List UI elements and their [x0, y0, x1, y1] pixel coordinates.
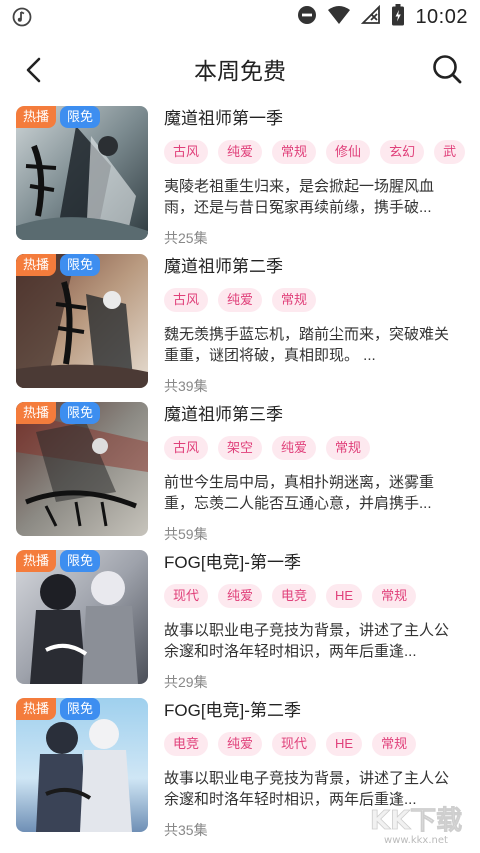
- tag[interactable]: 古风: [164, 140, 209, 164]
- watermark-logo: KK下载 www.kkx.net: [356, 799, 476, 847]
- cover-image[interactable]: 热播 限免: [16, 254, 148, 388]
- tag[interactable]: 古风: [164, 436, 209, 460]
- status-bar: 10:02: [0, 0, 480, 34]
- free-badge: 限免: [60, 402, 100, 424]
- tag[interactable]: 电竞: [164, 732, 209, 756]
- tag[interactable]: 常规: [272, 140, 317, 164]
- item-description: 前世今生局中局，真相扑朔迷离，迷雾重重，忘羡二人能否互通心意，并肩携手...: [164, 474, 435, 512]
- tag-list: 古风 架空 纯爱 常规: [164, 436, 480, 462]
- item-description: 魏无羡携手蓝忘机，踏前尘而来，突破难关重重，谜团将破，真相即现。 ...: [164, 326, 450, 364]
- tag-list: 古风 纯爱 常规: [164, 288, 480, 314]
- tag[interactable]: 电竞: [272, 584, 317, 608]
- hot-badge: 热播: [16, 402, 56, 424]
- battery-charging-icon: [391, 3, 405, 31]
- tag[interactable]: 纯爱: [218, 732, 263, 756]
- hot-badge: 热播: [16, 550, 56, 572]
- item-title[interactable]: 魔道祖师第三季: [164, 402, 464, 428]
- item-title[interactable]: FOG[电竞]-第二季: [164, 698, 464, 724]
- free-badge: 限免: [60, 106, 100, 128]
- no-signal-icon: [361, 4, 381, 30]
- tag[interactable]: 常规: [372, 584, 417, 608]
- tag[interactable]: 武: [434, 140, 466, 164]
- nav-bar: 本周免费: [0, 34, 480, 104]
- search-icon[interactable]: [430, 52, 464, 86]
- item-title[interactable]: 魔道祖师第二季: [164, 254, 464, 280]
- cover-image[interactable]: 热播 限免: [16, 698, 148, 832]
- page-title: 本周免费: [194, 58, 286, 84]
- tag[interactable]: 常规: [272, 288, 317, 312]
- tag[interactable]: 古风: [164, 288, 209, 312]
- tag[interactable]: 纯爱: [218, 288, 263, 312]
- hot-badge: 热播: [16, 254, 56, 276]
- hot-badge: 热播: [16, 106, 56, 128]
- cover-image[interactable]: 热播 限免: [16, 106, 148, 240]
- svg-text:www.kkx.net: www.kkx.net: [384, 835, 448, 846]
- cover-image[interactable]: 热播 限免: [16, 550, 148, 684]
- tag[interactable]: 纯爱: [218, 584, 263, 608]
- svg-text:KK下载: KK下载: [370, 806, 462, 836]
- free-badge: 限免: [60, 254, 100, 276]
- episode-count: 共39集: [164, 378, 208, 394]
- free-badge: 限免: [60, 698, 100, 720]
- tag[interactable]: 常规: [372, 732, 417, 756]
- tag[interactable]: 纯爱: [272, 436, 317, 460]
- item-description: 故事以职业电子竞技为背景，讲述了主人公余邃和时洛年轻时相识，两年后重逢...: [164, 622, 450, 660]
- wifi-icon: [327, 5, 351, 30]
- tag[interactable]: 纯爱: [218, 140, 263, 164]
- hot-badge: 热播: [16, 698, 56, 720]
- episode-count: 共29集: [164, 674, 208, 690]
- item-title[interactable]: 魔道祖师第一季: [164, 106, 464, 132]
- tag-list: 电竞 纯爱 现代 HE 常规: [164, 732, 480, 758]
- free-badge: 限免: [60, 550, 100, 572]
- tag[interactable]: 玄幻: [380, 140, 425, 164]
- tag[interactable]: HE: [326, 584, 363, 608]
- tag-list: 现代 纯爱 电竞 HE 常规: [164, 584, 480, 610]
- list-item[interactable]: 热播 限免 魔道祖师第二季 古风 纯爱 常规 魏无羡携手蓝忘机，踏前尘而来，突破难关…: [0, 254, 480, 402]
- item-description: 夷陵老祖重生归来，是会掀起一场腥风血雨，还是与昔日冤家再续前缘，携手破...: [164, 178, 435, 216]
- list-item[interactable]: 热播 限免 FOG[电竞]-第一季 现代 纯爱 电竞 HE 常规 故事以职业电子竞技为背…: [0, 550, 480, 698]
- list-item[interactable]: 热播 限免 魔道祖师第三季 古风 架空 纯爱 常规 前世今生局中局，真相扑朔迷离，迷雾…: [0, 402, 480, 550]
- tag[interactable]: 架空: [218, 436, 263, 460]
- tag-list: 古风 纯爱 常规 修仙 玄幻武: [164, 140, 480, 166]
- tag[interactable]: 现代: [164, 584, 209, 608]
- episode-count: 共59集: [164, 526, 208, 542]
- status-time: 10:02: [415, 5, 468, 28]
- cover-image[interactable]: 热播 限免: [16, 402, 148, 536]
- tag[interactable]: 现代: [272, 732, 317, 756]
- episode-count: 共25集: [164, 230, 208, 246]
- item-title[interactable]: FOG[电竞]-第一季: [164, 550, 464, 576]
- tag[interactable]: HE: [326, 732, 363, 756]
- tag[interactable]: 修仙: [326, 140, 371, 164]
- tag[interactable]: 常规: [326, 436, 371, 460]
- do-not-disturb-icon: [297, 5, 317, 30]
- list-item[interactable]: 热播 限免 魔道祖师第一季 古风 纯爱 常规 修仙 玄幻武 夷陵老祖重生归来，是会掀起一…: [0, 106, 480, 254]
- music-notification-icon: [12, 7, 32, 27]
